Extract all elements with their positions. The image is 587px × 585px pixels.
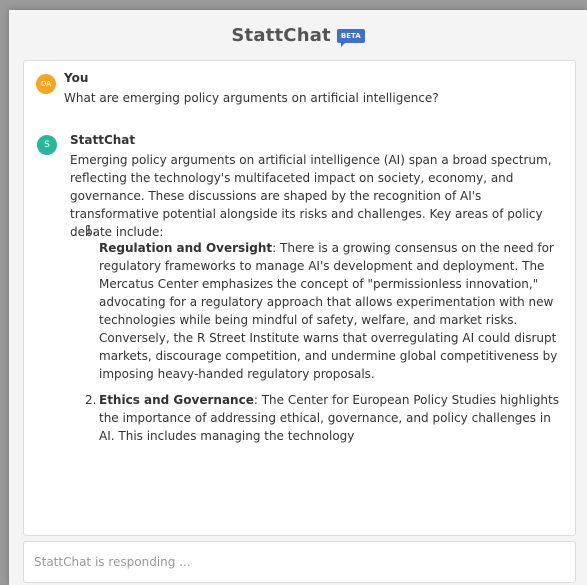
assistant-intro-text: Emerging policy arguments on artificial … [70, 153, 552, 239]
list-item-text: : There is a growing consensus on the ne… [99, 241, 558, 381]
app-header: StattChat BETA [9, 10, 587, 60]
user-message: DA You What are emerging policy argument… [24, 71, 575, 111]
message-input-box[interactable] [23, 541, 576, 583]
conversation-panel[interactable]: DA You What are emerging policy argument… [23, 60, 576, 536]
assistant-message: S StattChat Emerging policy arguments on… [24, 133, 575, 533]
chat-window: StattChat BETA DA You What are emerging … [9, 10, 587, 585]
list-number: 1. [85, 223, 97, 237]
assistant-name: StattChat [70, 133, 136, 147]
message-input[interactable] [24, 555, 575, 569]
user-message-text: What are emerging policy arguments on ar… [64, 91, 439, 105]
beta-badge: BETA [336, 29, 365, 47]
list-item-heading: Regulation and Oversight [99, 241, 273, 255]
list-item-heading: Ethics and Governance [99, 393, 254, 407]
list-number: 2. [85, 393, 97, 407]
assistant-avatar: S [37, 135, 57, 155]
user-avatar: DA [36, 74, 56, 94]
app-title: StattChat [231, 24, 331, 46]
user-name: You [64, 71, 89, 85]
